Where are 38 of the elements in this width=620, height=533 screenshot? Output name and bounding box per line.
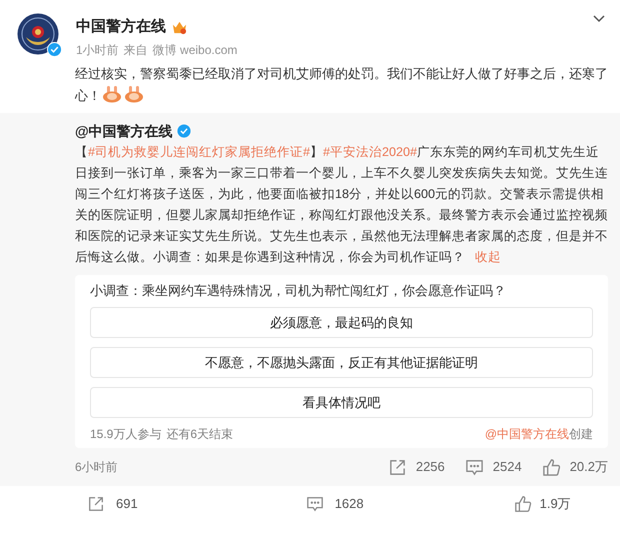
repost-author[interactable]: @中国警方在线 — [75, 120, 173, 142]
verified-badge-icon — [47, 42, 62, 57]
comment-icon — [306, 495, 324, 513]
poll-option[interactable]: 不愿意，不愿抛头露面，反正有其他证据能证明 — [90, 347, 593, 378]
poll-option[interactable]: 看具体情况吧 — [90, 387, 593, 418]
participants-count: 15.9万人参与 — [90, 426, 162, 443]
hashtag-link[interactable]: #平安法治2020# — [323, 145, 418, 159]
hands-emoji-icon — [124, 85, 144, 103]
repost-time[interactable]: 6小时前 — [75, 458, 118, 476]
share-icon — [388, 458, 407, 476]
creator-link[interactable]: @中国警方在线 — [484, 425, 569, 443]
like-count[interactable]: 1.9万 — [540, 494, 571, 514]
source-link[interactable]: 微博 weibo.com — [152, 41, 238, 59]
share-icon — [87, 495, 105, 513]
repost-count[interactable]: 2256 — [416, 457, 445, 477]
poll-option[interactable]: 必须愿意，最起码的良知 — [90, 307, 593, 338]
avatar-emblem-icon[interactable] — [17, 13, 59, 55]
comment-count[interactable]: 1628 — [334, 494, 364, 514]
source-label: 来自 — [124, 42, 148, 59]
post-text: 经过核实，警察蜀黍已经取消了对司机艾师傅的处罚。我们不能让好人做了好事之后，还寒了心！ — [75, 65, 609, 105]
repost-text: 【#司机为救婴儿连闯红灯家属拒绝作证#】#平安法治2020#广东东莞的网约车司机艾先生近日接到一张订单，乘客为一家三口带着一个婴儿，上车不久婴儿突发疾病失去知觉。艾先生连闯三个红灯将孩子送医，为此，他要面临被扣18分，并处以600元的罚款。交警表示需提供相关的医院证明，但婴儿家属却拒绝作证，称闯红灯跟他没关系。最终警方表示会通过监控视频和医院的记录来证实艾先生所说。艾先生也表示，虽然他无法理解患者家属的态度，但是并不后悔这么做。小调查：如果是你遇到这种情况，你会为司机作证吗？ 收起 — [75, 144, 609, 266]
created-label: 创建 — [569, 426, 593, 443]
hashtag-link[interactable]: #司机为救婴儿连闯红灯家属拒绝作证# — [88, 145, 310, 159]
thumbs-up-icon — [542, 458, 561, 476]
hands-emoji-icon — [102, 85, 122, 103]
poll-remaining: 还有6天结束 — [166, 426, 234, 443]
hashtag-link[interactable]: 收起 — [475, 250, 501, 264]
comment-count[interactable]: 2524 — [492, 457, 522, 477]
crown-badge-icon — [172, 20, 187, 34]
comment-icon — [464, 458, 484, 476]
post-time[interactable]: 1小时前 — [76, 41, 119, 59]
like-count[interactable]: 20.2万 — [570, 457, 608, 477]
thumbs-up-icon — [514, 495, 532, 513]
verified-badge-icon — [176, 124, 191, 138]
share-count[interactable]: 691 — [116, 494, 138, 514]
poll-question: 小调查：乘坐网约车遇特殊情况，司机为帮忙闯红灯，你会愿意作证吗？ — [90, 282, 507, 300]
chevron-down-icon[interactable] — [592, 14, 606, 24]
author-name[interactable]: 中国警方在线 — [76, 16, 166, 38]
